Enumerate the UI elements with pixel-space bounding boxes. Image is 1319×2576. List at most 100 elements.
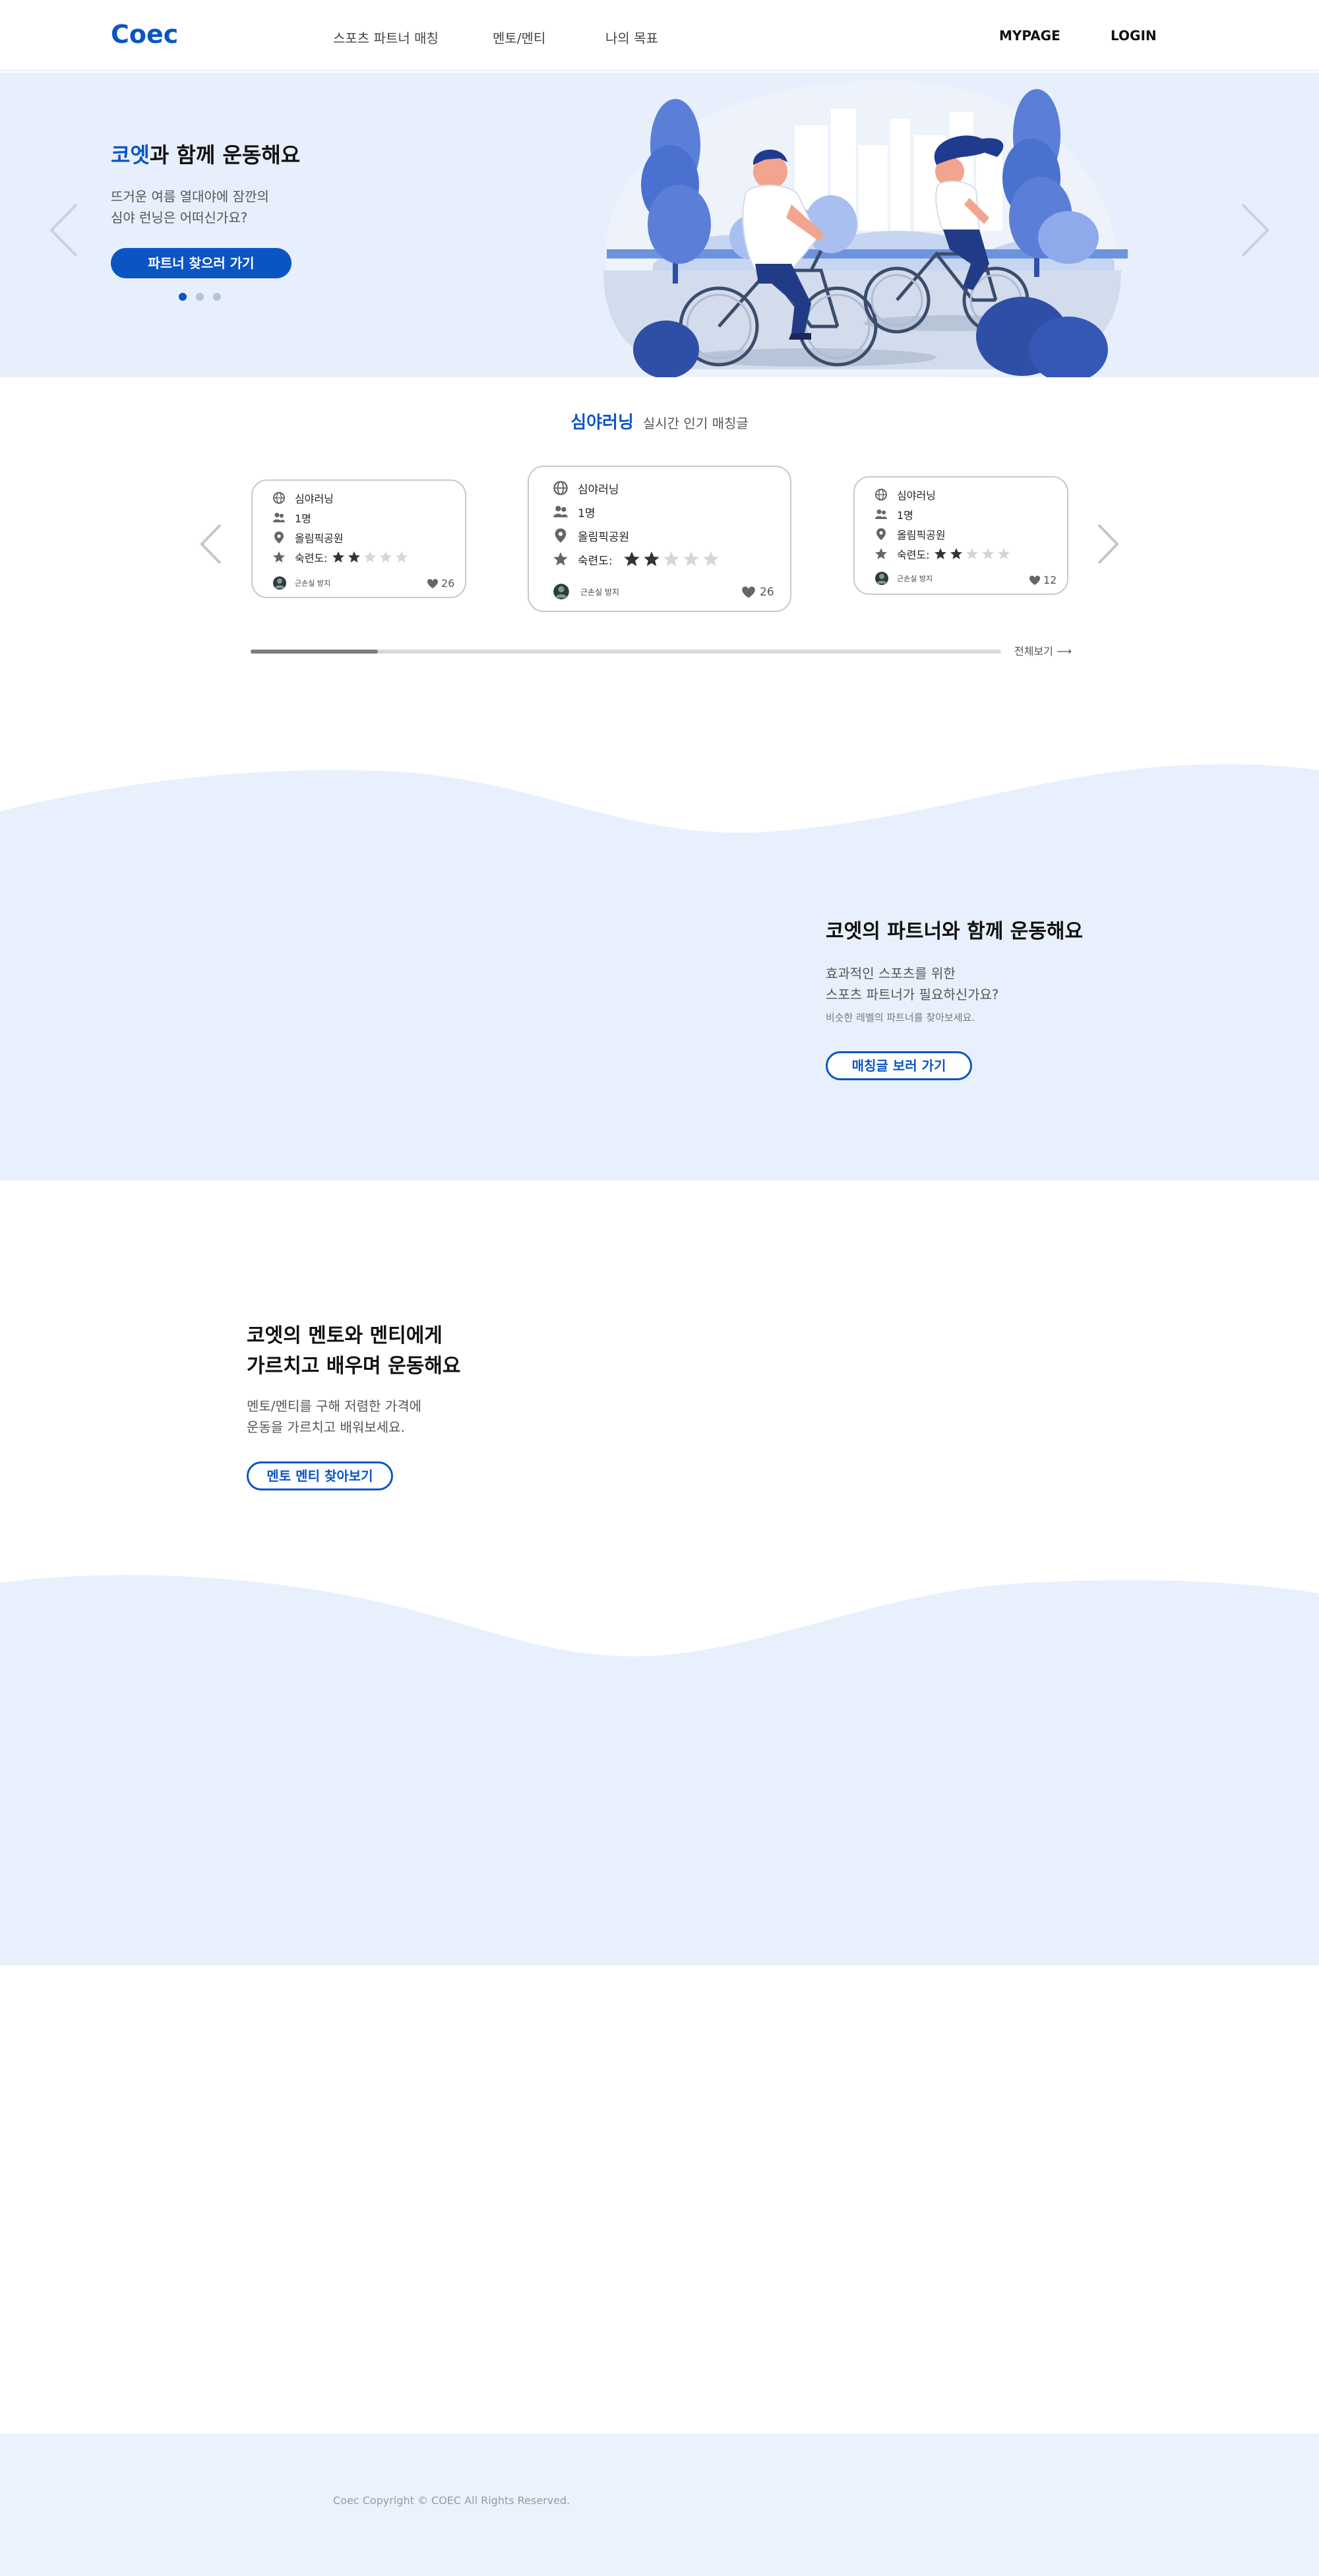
partner-section-title: 코엣의 파트너와 함께 운동해요 bbox=[826, 920, 1084, 943]
arrow-right-icon: ⟶ bbox=[1056, 645, 1072, 658]
skill-rating bbox=[332, 551, 411, 564]
cards-next-arrow-icon[interactable] bbox=[1095, 522, 1121, 566]
nav-my-goal[interactable]: 나의 목표 bbox=[605, 28, 658, 47]
card-place-row: 올림픽공원 bbox=[874, 525, 946, 543]
hero-next-arrow-icon[interactable] bbox=[1239, 202, 1272, 259]
view-all-label: 전체보기 bbox=[1014, 645, 1053, 658]
nav-mentor-mentee[interactable]: 멘토/멘티 bbox=[493, 28, 545, 47]
card-user-name: 근손실 방지 bbox=[897, 574, 933, 583]
heart-icon[interactable] bbox=[1029, 575, 1041, 586]
partner-section-note: 비슷한 레벨의 파트너를 찾아보세요. bbox=[826, 1012, 975, 1024]
card-skill-row: 숙련도: bbox=[553, 549, 722, 570]
hero-banner: 코엣과 함께 운동해요 뜨거운 여름 열대야에 잠깐의 심야 런닝은 어떠신가요… bbox=[0, 73, 1319, 377]
cycling-couple-illustration bbox=[603, 80, 1128, 377]
find-mentor-button[interactable]: 멘토 멘티 찾아보기 bbox=[247, 1461, 393, 1490]
people-icon bbox=[553, 506, 568, 518]
card-sport: 심야러닝 bbox=[295, 493, 334, 505]
mypage-link[interactable]: MYPAGE bbox=[999, 28, 1060, 44]
star-filled-icon bbox=[332, 551, 344, 563]
popular-subtitle: 실시간 인기 매칭글 bbox=[642, 415, 749, 431]
partner-section-subtitle-line1: 효과적인 스포츠를 위한 bbox=[826, 966, 956, 981]
view-matching-posts-button[interactable]: 매칭글 보러 가기 bbox=[826, 1051, 972, 1080]
location-pin-icon bbox=[876, 528, 886, 540]
card-people-row: 1명 bbox=[553, 501, 595, 522]
hero-subtitle-line2: 심야 런닝은 어떠신가요? bbox=[111, 210, 248, 226]
card-sport-row: 심야러닝 bbox=[272, 489, 334, 507]
view-all-link[interactable]: 전체보기 ⟶ bbox=[1014, 642, 1072, 658]
card-people: 1명 bbox=[897, 509, 913, 522]
carousel-dot[interactable] bbox=[179, 293, 187, 301]
star-empty-icon bbox=[997, 548, 1010, 559]
logo[interactable]: Coec bbox=[111, 20, 178, 49]
heart-icon[interactable] bbox=[427, 578, 439, 589]
star-empty-icon bbox=[363, 551, 376, 563]
card-likes[interactable]: 26 bbox=[741, 586, 774, 599]
carousel-dot[interactable] bbox=[213, 293, 221, 301]
card-place-row: 올림픽공원 bbox=[272, 528, 344, 547]
cards-scrollbar-thumb[interactable] bbox=[251, 650, 379, 654]
card-sport-row: 심야러닝 bbox=[874, 485, 936, 504]
star-filled-icon bbox=[623, 551, 640, 567]
hero-title-rest: 과 함께 운동해요 bbox=[149, 142, 301, 168]
card-likes-count: 26 bbox=[760, 586, 774, 599]
mentor-section-title-line1: 코엣의 멘토와 멘티에게 bbox=[247, 1324, 443, 1347]
card-people: 1명 bbox=[295, 512, 311, 525]
skill-rating bbox=[623, 551, 722, 568]
card-skill-label: 숙련도: bbox=[897, 549, 930, 561]
card-place: 올림픽공원 bbox=[295, 532, 344, 545]
login-link[interactable]: LOGIN bbox=[1111, 28, 1157, 44]
find-partner-button[interactable]: 파트너 찾으러 가기 bbox=[111, 248, 291, 278]
card-people: 1명 bbox=[578, 506, 596, 520]
card-user: 근손실 방지 bbox=[874, 571, 933, 586]
card-people-row: 1명 bbox=[874, 505, 913, 524]
hero-subtitle: 뜨거운 여름 열대야에 잠깐의 심야 런닝은 어떠신가요? bbox=[111, 186, 269, 228]
card-sport: 심야러닝 bbox=[578, 483, 619, 497]
matching-card[interactable]: 심야러닝 1명 올림픽공원 숙련도: 근손실 방지 26 bbox=[528, 466, 791, 612]
heart-icon[interactable] bbox=[741, 586, 756, 599]
location-pin-icon bbox=[555, 528, 567, 543]
carousel-dot[interactable] bbox=[196, 293, 204, 301]
wave-background bbox=[0, 1575, 1319, 1965]
mentor-section-subtitle-line2: 운동을 가르치고 배워보세요. bbox=[247, 1419, 405, 1435]
card-likes[interactable]: 12 bbox=[1029, 574, 1057, 586]
popular-section-title: 심야러닝 실시간 인기 매칭글 bbox=[0, 409, 1319, 433]
nav-sports-partner[interactable]: 스포츠 파트너 매칭 bbox=[333, 28, 439, 47]
card-skill-label: 숙련도: bbox=[295, 552, 328, 565]
matching-card[interactable]: 심야러닝 1명 올림픽공원 숙련도: 근손실 방지 12 bbox=[853, 476, 1068, 595]
avatar bbox=[875, 572, 888, 585]
star-empty-icon bbox=[395, 551, 408, 563]
page-footer: Coec Copyright © COEC All Rights Reserve… bbox=[0, 2434, 1319, 2576]
people-icon bbox=[875, 509, 887, 519]
card-user: 근손실 방지 bbox=[272, 576, 330, 590]
card-place-row: 올림픽공원 bbox=[553, 525, 629, 546]
mentor-section-title: 코엣의 멘토와 멘티에게 가르치고 배우며 운동해요 bbox=[247, 1321, 461, 1382]
card-likes-count: 12 bbox=[1043, 574, 1057, 586]
skill-rating bbox=[934, 547, 1013, 561]
globe-icon bbox=[273, 492, 285, 504]
card-user-name: 근손실 방지 bbox=[295, 579, 331, 588]
partner-section-subtitle-line2: 스포츠 파트너가 필요하신가요? bbox=[826, 987, 999, 1002]
globe-icon bbox=[553, 481, 568, 495]
top-header: Coec 스포츠 파트너 매칭 멘토/멘티 나의 목표 MYPAGE LOGIN bbox=[0, 0, 1319, 71]
partner-section-subtitle: 효과적인 스포츠를 위한 스포츠 파트너가 필요하신가요? bbox=[826, 963, 999, 1005]
hero-title-accent: 코엣 bbox=[111, 142, 150, 168]
star-empty-icon bbox=[683, 551, 699, 567]
card-likes[interactable]: 26 bbox=[427, 577, 454, 590]
hero-prev-arrow-icon[interactable] bbox=[47, 202, 80, 259]
star-empty-icon bbox=[981, 548, 994, 559]
card-user-name: 근손실 방지 bbox=[580, 587, 620, 597]
mentor-section-subtitle: 멘토/멘티를 구해 저렴한 가격에 운동을 가르치고 배워보세요. bbox=[247, 1395, 421, 1438]
hero-subtitle-line1: 뜨거운 여름 열대야에 잠깐의 bbox=[111, 189, 269, 204]
card-user: 근손실 방지 bbox=[553, 583, 619, 600]
matching-card[interactable]: 심야러닝 1명 올림픽공원 숙련도: 근손실 방지 26 bbox=[251, 479, 466, 598]
partner-section: 코엣의 파트너와 함께 운동해요 효과적인 스포츠를 위한 스포츠 파트너가 필… bbox=[0, 758, 1319, 1181]
card-people-row: 1명 bbox=[272, 508, 311, 527]
star-icon bbox=[875, 548, 887, 559]
wave-background bbox=[0, 764, 1319, 1181]
globe-icon bbox=[875, 489, 887, 501]
copyright-text: Coec Copyright © COEC All Rights Reserve… bbox=[333, 2494, 570, 2507]
card-skill-label: 숙련도: bbox=[578, 554, 613, 568]
cards-scrollbar[interactable] bbox=[251, 650, 1001, 654]
cards-prev-arrow-icon[interactable] bbox=[198, 522, 224, 566]
star-empty-icon bbox=[379, 551, 392, 563]
